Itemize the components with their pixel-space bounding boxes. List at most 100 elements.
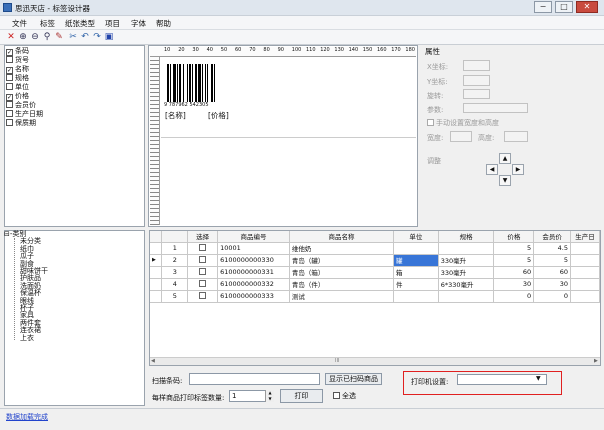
spec-cell[interactable] xyxy=(438,290,495,303)
unit-cell[interactable]: 件 xyxy=(393,278,439,291)
field-checkbox[interactable]: ✓ xyxy=(6,67,13,74)
menu-items[interactable]: 项目 xyxy=(105,18,120,29)
label-price-field[interactable]: [价格] xyxy=(208,110,229,121)
scroll-right-icon[interactable]: ▶ xyxy=(594,358,598,364)
redo-icon[interactable]: ↷ xyxy=(92,32,102,42)
column-header[interactable]: 选择 xyxy=(187,231,219,243)
select-cell[interactable] xyxy=(187,278,219,291)
y-coord-input[interactable] xyxy=(463,75,490,86)
spec-cell[interactable]: 6*330毫升 xyxy=(438,278,495,291)
scroll-thumb-grip[interactable]: III xyxy=(335,358,339,364)
param-select[interactable] xyxy=(463,103,528,113)
move-down-button[interactable]: ▼ xyxy=(499,175,511,186)
select-all-option[interactable]: 全选 xyxy=(333,391,356,401)
move-right-button[interactable]: ▶ xyxy=(512,164,524,175)
member-price-cell[interactable]: 60 xyxy=(533,266,572,279)
rotate-select[interactable] xyxy=(463,89,490,99)
tree-item[interactable]: 上衣 xyxy=(20,334,34,342)
code-cell[interactable]: 10001 xyxy=(217,242,290,255)
field-item[interactable]: 货号 xyxy=(6,56,29,65)
width-input[interactable] xyxy=(450,131,472,142)
pen-icon[interactable]: ✎ xyxy=(54,32,64,42)
spec-cell[interactable]: 330毫升 xyxy=(438,266,495,279)
minimize-button[interactable]: − xyxy=(534,1,552,13)
column-header[interactable]: 规格 xyxy=(438,231,495,243)
unit-cell[interactable]: 罐 xyxy=(393,254,439,267)
row-checkbox[interactable] xyxy=(199,244,207,251)
price-cell[interactable]: 30 xyxy=(493,278,535,291)
cut-icon[interactable]: ✂ xyxy=(68,32,78,42)
field-item[interactable]: ✓ 条码 xyxy=(6,47,29,56)
menu-label[interactable]: 标签 xyxy=(40,18,55,29)
code-cell[interactable]: 6100000000331 xyxy=(217,266,290,279)
save-icon[interactable]: ▣ xyxy=(104,32,114,42)
field-item[interactable]: 生产日期 xyxy=(6,110,43,119)
code-cell[interactable]: 6100000000330 xyxy=(217,254,290,267)
field-item[interactable]: 单位 xyxy=(6,83,29,92)
code-cell[interactable]: 6100000000332 xyxy=(217,278,290,291)
manual-size-option[interactable]: 手动设置宽度和高度 xyxy=(427,118,499,128)
x-coord-input[interactable] xyxy=(463,60,490,71)
select-all-checkbox[interactable] xyxy=(333,392,340,399)
select-cell[interactable] xyxy=(187,254,219,267)
field-item[interactable]: 保质期 xyxy=(6,119,36,128)
row-checkbox[interactable] xyxy=(199,280,207,287)
name-cell[interactable]: 维他奶 xyxy=(289,242,395,255)
row-checkbox[interactable] xyxy=(199,292,207,299)
field-checkbox[interactable] xyxy=(6,56,13,63)
height-input[interactable] xyxy=(504,131,528,142)
menu-font[interactable]: 字体 xyxy=(131,18,146,29)
select-cell[interactable] xyxy=(187,290,219,303)
price-cell[interactable]: 0 xyxy=(493,290,535,303)
field-checkbox[interactable] xyxy=(6,110,13,117)
unit-cell[interactable] xyxy=(393,290,439,303)
spec-cell[interactable]: 330毫升 xyxy=(438,254,495,267)
table-row[interactable]: 5 6100000000333 测试 0 0 xyxy=(150,290,600,303)
name-cell[interactable]: 青岛（箱） xyxy=(289,266,395,279)
column-header[interactable]: 单位 xyxy=(393,231,439,243)
scroll-left-icon[interactable]: ◀ xyxy=(151,358,155,364)
name-cell[interactable]: 青岛（罐） xyxy=(289,254,395,267)
date-cell[interactable] xyxy=(570,290,600,303)
member-price-cell[interactable]: 5 xyxy=(533,254,572,267)
price-cell[interactable]: 5 xyxy=(493,254,535,267)
show-scanned-button[interactable]: 显示已扫码商品 xyxy=(325,373,382,385)
menu-help[interactable]: 帮助 xyxy=(156,18,171,29)
field-checkbox[interactable] xyxy=(6,101,13,108)
spec-cell[interactable] xyxy=(438,242,495,255)
menu-file[interactable]: 文件 xyxy=(12,18,27,29)
field-item[interactable]: 规格 xyxy=(6,74,29,83)
column-header[interactable]: 生产日 xyxy=(570,231,600,243)
search-icon[interactable]: ⚲ xyxy=(42,32,52,42)
date-cell[interactable] xyxy=(570,242,600,255)
price-cell[interactable]: 5 xyxy=(493,242,535,255)
row-checkbox[interactable] xyxy=(199,268,207,275)
column-header[interactable]: 商品名称 xyxy=(289,231,395,243)
printer-select[interactable] xyxy=(457,374,547,385)
date-cell[interactable] xyxy=(570,266,600,279)
name-cell[interactable]: 青岛（件） xyxy=(289,278,395,291)
column-header[interactable]: 商品编号 xyxy=(217,231,290,243)
print-button[interactable]: 打印 xyxy=(280,389,323,403)
unit-cell[interactable]: 箱 xyxy=(393,266,439,279)
table-row[interactable]: 3 6100000000331 青岛（箱） 箱 330毫升 60 60 xyxy=(150,266,600,279)
price-cell[interactable]: 60 xyxy=(493,266,535,279)
name-cell[interactable]: 测试 xyxy=(289,290,395,303)
field-checkbox[interactable] xyxy=(6,74,13,81)
field-checkbox[interactable] xyxy=(6,83,13,90)
menu-paper-type[interactable]: 纸张类型 xyxy=(65,18,95,29)
move-up-button[interactable]: ▲ xyxy=(499,153,511,164)
delete-icon[interactable]: ✕ xyxy=(6,32,16,42)
column-header[interactable]: 会员价 xyxy=(533,231,572,243)
select-cell[interactable] xyxy=(187,242,219,255)
undo-icon[interactable]: ↶ xyxy=(80,32,90,42)
horizontal-scrollbar[interactable] xyxy=(150,357,600,365)
zoom-in-icon[interactable]: ⊕ xyxy=(18,32,28,42)
field-item[interactable]: 会员价 xyxy=(6,101,36,110)
barcode-image[interactable] xyxy=(166,64,232,104)
table-row[interactable]: ▶ 2 6100000000330 青岛（罐） 罐 330毫升 5 5 xyxy=(150,254,600,267)
maximize-button[interactable]: □ xyxy=(555,1,573,13)
column-header[interactable]: 价格 xyxy=(493,231,535,243)
zoom-out-icon[interactable]: ⊖ xyxy=(30,32,40,42)
scan-barcode-input[interactable] xyxy=(189,373,320,385)
